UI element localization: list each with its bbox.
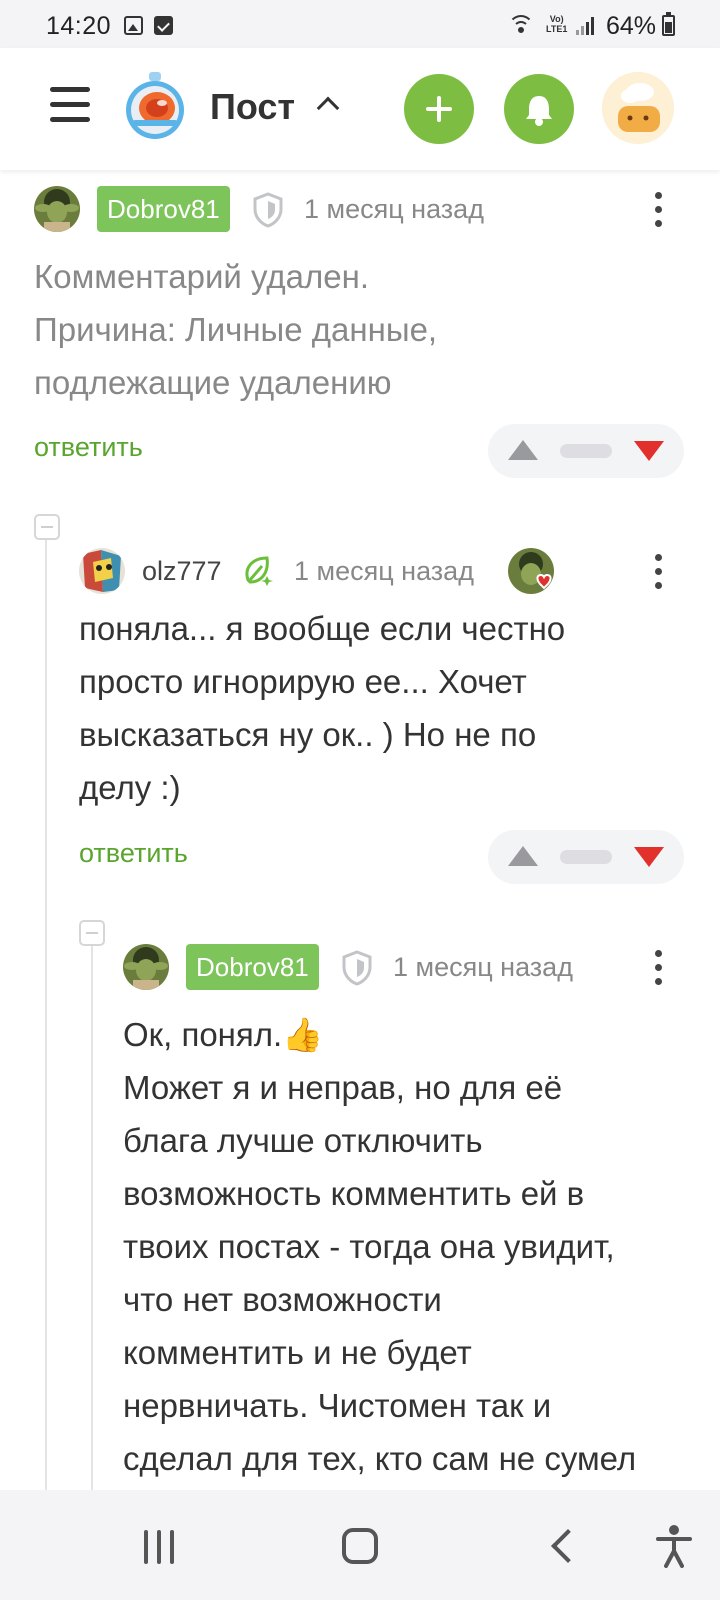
battery-icon [662, 12, 675, 36]
downvote-icon[interactable] [634, 441, 664, 461]
accessibility-icon[interactable] [656, 1524, 692, 1568]
upvote-icon[interactable] [508, 440, 538, 460]
more-options-icon[interactable] [653, 190, 663, 230]
battery-percent: 64% [606, 12, 657, 40]
leaf-badge-icon [245, 556, 273, 586]
reply-link[interactable]: ответить [34, 432, 143, 463]
avatar[interactable] [602, 72, 674, 144]
shield-icon [253, 192, 283, 228]
comment-text: Ок, понял.👍 Может я и неправ, но для её … [123, 1016, 637, 1477]
vote-score [560, 850, 612, 864]
check-icon [154, 16, 173, 35]
avatar[interactable] [123, 944, 169, 990]
collapse-thread-button[interactable] [79, 920, 105, 946]
vote-control [488, 424, 684, 478]
wifi-icon [508, 13, 534, 35]
vote-score [560, 444, 612, 458]
gallery-icon [124, 16, 143, 35]
comments-list: Dobrov81 1 месяц назад Комментарий удале… [0, 170, 720, 1490]
downvote-icon[interactable] [634, 847, 664, 867]
upvote-icon[interactable] [508, 846, 538, 866]
vote-control [488, 830, 684, 884]
username-badge[interactable]: Dobrov81 [97, 186, 230, 232]
reply-to-avatar[interactable] [508, 548, 554, 594]
add-post-button[interactable] [404, 74, 474, 144]
collapse-thread-button[interactable] [34, 514, 60, 540]
logo-icon[interactable] [124, 72, 186, 140]
bell-icon [526, 96, 552, 126]
status-bar: 14:20 Vo) LTE1 64% [0, 0, 720, 48]
reply-link[interactable]: ответить [79, 838, 188, 869]
signal-icon [576, 15, 598, 35]
system-nav-bar [0, 1490, 720, 1600]
menu-icon[interactable] [50, 87, 90, 123]
avatar[interactable] [34, 186, 80, 232]
username-badge[interactable]: Dobrov81 [186, 944, 319, 990]
comment-time: 1 месяц назад [393, 952, 573, 982]
avatar[interactable] [79, 548, 125, 594]
comment-text: поняла... я вообще если честно просто иг… [79, 610, 566, 806]
shield-icon [342, 950, 372, 986]
comment-time: 1 месяц назад [304, 194, 484, 224]
status-time: 14:20 [46, 12, 112, 40]
back-icon[interactable] [551, 1529, 585, 1563]
volte-icon: Vo) LTE1 [546, 14, 568, 34]
thread-line [45, 526, 47, 1490]
app-header: Пост [0, 48, 720, 170]
notifications-button[interactable] [504, 74, 574, 144]
page-title[interactable]: Пост [210, 86, 295, 128]
recent-apps-icon[interactable] [142, 1530, 176, 1564]
more-options-icon[interactable] [653, 948, 663, 988]
thread-line [91, 932, 93, 1490]
more-options-icon[interactable] [653, 552, 663, 592]
username[interactable]: olz777 [142, 548, 222, 594]
home-icon[interactable] [342, 1528, 378, 1564]
comment-text: Комментарий удален. Причина: Личные данн… [34, 258, 438, 401]
chevron-up-icon[interactable] [316, 96, 340, 120]
comment-time: 1 месяц назад [294, 556, 474, 586]
